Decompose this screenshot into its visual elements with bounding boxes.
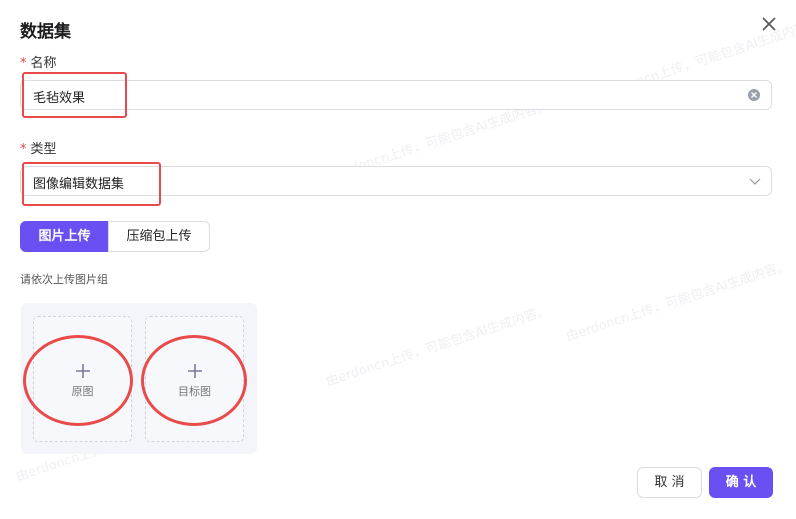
chevron-down-icon	[749, 178, 761, 185]
annotation-ellipse	[141, 335, 247, 426]
watermark: 由erdoncn上传，可能包含AI生成内容。	[564, 258, 792, 345]
annotation-box	[22, 162, 161, 206]
type-label: * 类型	[20, 142, 57, 157]
confirm-button[interactable]: 确 认	[709, 467, 773, 498]
annotation-ellipse	[23, 335, 133, 426]
required-mark: *	[20, 56, 27, 71]
annotation-box	[22, 72, 127, 118]
upload-hint: 请依次上传图片组	[20, 273, 108, 286]
dialog-title: 数据集	[20, 22, 71, 42]
clear-icon[interactable]	[748, 89, 760, 101]
close-icon	[762, 17, 776, 31]
tab-zip-upload[interactable]: 压缩包上传	[108, 221, 210, 252]
name-input[interactable]: 毛毡效果	[20, 80, 772, 110]
watermark: 由erdoncn上传，可能包含AI生成内容。	[324, 303, 552, 390]
tab-image-upload[interactable]: 图片上传	[20, 221, 109, 252]
name-label: * 名称	[20, 56, 57, 71]
cancel-button[interactable]: 取 消	[637, 467, 702, 498]
required-mark: *	[20, 142, 27, 157]
close-button[interactable]	[760, 15, 778, 33]
